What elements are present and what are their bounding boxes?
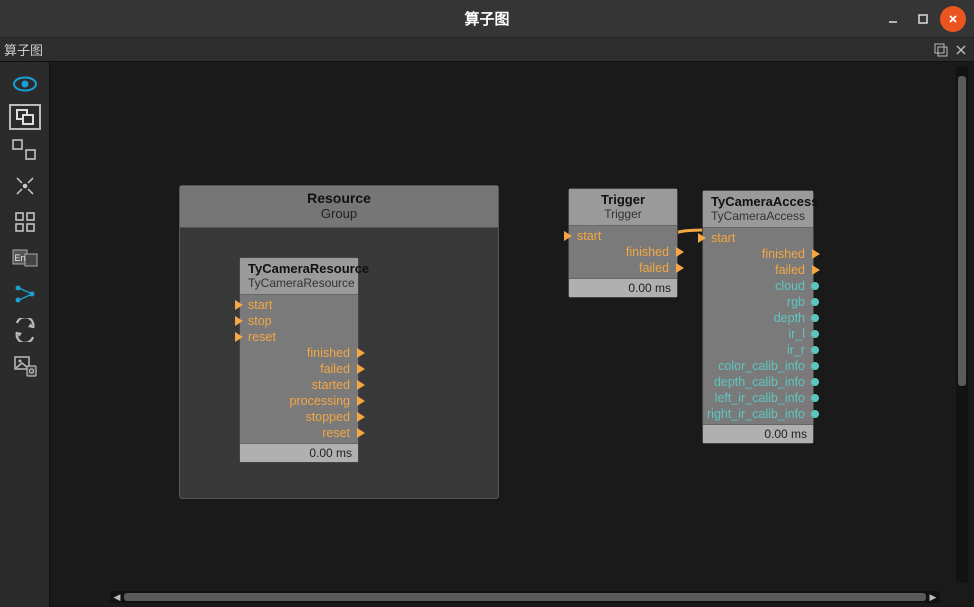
node-header: TyCameraAccess TyCameraAccess	[703, 191, 813, 228]
output-port-left-ir-calib[interactable]: left_ir_calib_info	[703, 390, 813, 406]
input-port-start[interactable]: start	[703, 230, 813, 246]
node-body: start finished failed cloud rgb depth ir…	[703, 228, 813, 424]
graph-canvas[interactable]: Resource Group TyCameraResource TyCamera…	[50, 62, 974, 607]
output-port-rgb[interactable]: rgb	[703, 294, 813, 310]
window-title: 算子图	[464, 8, 509, 29]
node-subtitle: Trigger	[577, 207, 669, 221]
input-port-reset[interactable]: reset	[240, 329, 358, 345]
tab-actions	[932, 41, 970, 59]
output-port-finished[interactable]: finished	[569, 244, 677, 260]
node-header: TyCameraResource TyCameraResource	[240, 258, 358, 295]
vertical-scrollbar[interactable]	[956, 66, 968, 583]
output-port-failed[interactable]: failed	[240, 361, 358, 377]
node-tycameraaccess[interactable]: TyCameraAccess TyCameraAccess start fini…	[702, 190, 814, 444]
node-title: TyCameraResource	[248, 261, 350, 276]
output-port-depth[interactable]: depth	[703, 310, 813, 326]
node-subtitle: TyCameraResource	[248, 276, 350, 290]
scroll-left-icon[interactable]: ◀	[110, 592, 124, 603]
group-subtitle: Group	[180, 206, 498, 221]
output-port-color-calib[interactable]: color_calib_info	[703, 358, 813, 374]
node-subtitle: TyCameraAccess	[711, 209, 805, 223]
group-title: Resource	[180, 190, 498, 206]
window-controls	[880, 6, 966, 32]
output-port-right-ir-calib[interactable]: right_ir_calib_info	[703, 406, 813, 422]
left-toolbar: En	[0, 62, 50, 607]
node-header: Trigger Trigger	[569, 189, 677, 226]
node-timing: 0.00 ms	[703, 424, 813, 443]
grid-icon[interactable]	[5, 206, 45, 238]
group-header: Resource Group	[180, 186, 498, 228]
overlap-boxes-icon[interactable]	[9, 104, 41, 130]
close-button[interactable]	[940, 6, 966, 32]
input-port-stop[interactable]: stop	[240, 313, 358, 329]
graph-icon[interactable]	[5, 278, 45, 310]
minimize-button[interactable]	[880, 6, 906, 32]
horizontal-scrollbar[interactable]: ◀ ▶	[110, 591, 940, 603]
output-port-ir-r[interactable]: ir_r	[703, 342, 813, 358]
node-body: start stop reset finished failed started…	[240, 295, 358, 443]
output-port-failed[interactable]: failed	[569, 260, 677, 276]
tab-close-button[interactable]	[952, 41, 970, 59]
output-port-depth-calib[interactable]: depth_calib_info	[703, 374, 813, 390]
node-timing: 0.00 ms	[240, 443, 358, 462]
titlebar: 算子图	[0, 0, 974, 38]
node-title: Trigger	[577, 192, 669, 207]
maximize-button[interactable]	[910, 6, 936, 32]
node-timing: 0.00 ms	[569, 278, 677, 297]
output-port-cloud[interactable]: cloud	[703, 278, 813, 294]
save-image-icon[interactable]	[5, 350, 45, 382]
eye-icon[interactable]	[5, 68, 45, 100]
refresh-icon[interactable]	[5, 314, 45, 346]
scroll-right-icon[interactable]: ▶	[926, 592, 940, 603]
output-port-failed[interactable]: failed	[703, 262, 813, 278]
output-port-processing[interactable]: processing	[240, 393, 358, 409]
node-title: TyCameraAccess	[711, 194, 805, 209]
main: En Resource Group	[0, 62, 974, 607]
output-port-finished[interactable]: finished	[240, 345, 358, 361]
tab-bar: 算子图	[0, 38, 974, 62]
svg-text:En: En	[14, 253, 25, 263]
node-body: start finished failed	[569, 226, 677, 278]
two-boxes-icon[interactable]	[5, 134, 45, 166]
node-tycameraresource[interactable]: TyCameraResource TyCameraResource start …	[239, 257, 359, 463]
output-port-stopped[interactable]: stopped	[240, 409, 358, 425]
dock-button[interactable]	[932, 41, 950, 59]
output-port-started[interactable]: started	[240, 377, 358, 393]
vertical-scrollbar-thumb[interactable]	[958, 76, 966, 386]
output-port-finished[interactable]: finished	[703, 246, 813, 262]
output-port-reset[interactable]: reset	[240, 425, 358, 441]
horizontal-scrollbar-thumb[interactable]	[124, 593, 926, 601]
output-port-ir-l[interactable]: ir_l	[703, 326, 813, 342]
input-port-start[interactable]: start	[240, 297, 358, 313]
input-port-start[interactable]: start	[569, 228, 677, 244]
node-trigger[interactable]: Trigger Trigger start finished failed 0.…	[568, 188, 678, 298]
language-icon[interactable]: En	[5, 242, 45, 274]
fit-icon[interactable]	[5, 170, 45, 202]
tab-label[interactable]: 算子图	[4, 40, 43, 59]
